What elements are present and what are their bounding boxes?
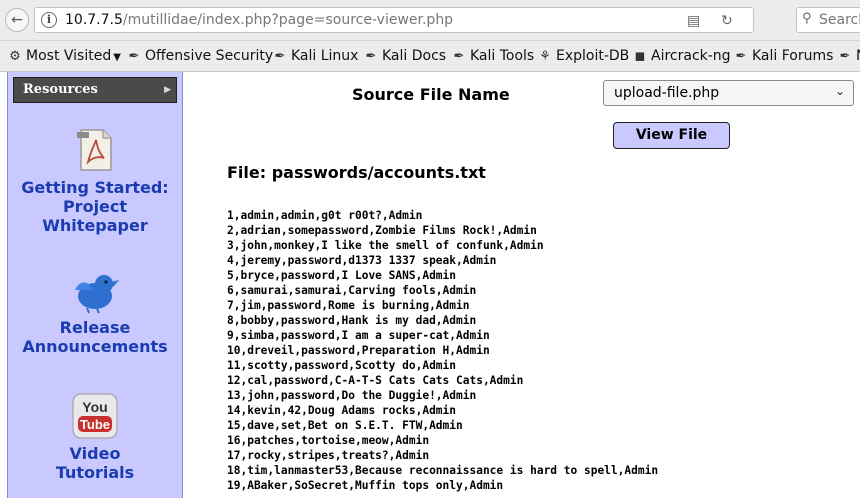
file-line: 14,kevin,42,Doug Adams rocks,Admin (227, 404, 457, 417)
twitter-bird-icon (75, 275, 119, 314)
source-file-name-label: Source File Name (352, 85, 510, 104)
bookmarks-bar: ⚙ Most Visited ▼ ✒ Offensive Security ✒ Kali… (0, 41, 860, 72)
bookmark-label: Aircrack-ng (651, 48, 731, 64)
search-placeholder: Search (819, 12, 860, 28)
bookmark-label: Kali Docs (382, 48, 447, 64)
resources-menu-header[interactable]: Resources ▶ (13, 77, 177, 103)
file-line: 13,john,password,Do the Duggie!,Admin (227, 389, 477, 402)
kali-dragon-icon: ✒ (839, 49, 851, 64)
view-file-button[interactable]: View File (613, 122, 730, 149)
aircrack-icon: ◼ (634, 49, 646, 64)
bookmark-aircrack-ng[interactable]: ◼ Aircrack-ng (632, 47, 731, 66)
bookmark-label: Kali Forums (752, 48, 834, 64)
bookmark-kali-forums[interactable]: ✒ Kali Forums (733, 47, 834, 66)
file-line: 4,jeremy,password,d1373 1337 speak,Admin (227, 254, 497, 267)
bookmark-label: Kali Tools (470, 48, 535, 64)
kali-dragon-icon: ✒ (735, 49, 747, 64)
address-bar[interactable]: i 10.7.7.5/mutillidae/index.php?page=sou… (34, 7, 754, 33)
whitepaper-line3: Whitepaper (42, 216, 148, 235)
pdf-document-icon (77, 129, 112, 171)
bookmark-label: Most Visited (26, 48, 112, 64)
kali-dragon-icon: ✒ (274, 49, 286, 64)
file-title: File: passwords/accounts.txt (227, 163, 486, 182)
whitepaper-line1: Getting Started: (21, 178, 169, 197)
url-path: /mutillidae/index.php?page=source-viewer… (122, 12, 454, 28)
main-content: Source File Name upload-file.php ⌄ View … (182, 72, 860, 498)
kali-dragon-icon: ✒ (453, 49, 465, 64)
whitepaper-line2: Project (62, 197, 128, 216)
source-file-select[interactable]: upload-file.php ⌄ (603, 80, 854, 106)
file-line: 12,cal,password,C-A-T-S Cats Cats Cats,A… (227, 374, 524, 387)
page-content: Resources ▶ Getting Started: Project Whi… (0, 72, 860, 498)
svg-text:Tube: Tube (80, 417, 110, 432)
sidebar-item-whitepaper[interactable]: Getting Started: Project Whitepaper (8, 126, 182, 235)
bookmark-label: N (856, 48, 860, 64)
file-line: 17,rocky,stripes,treats?,Admin (227, 449, 430, 462)
bookmark-offensive-security[interactable]: ✒ Offensive Security (126, 47, 274, 66)
resources-label: Resources (23, 82, 98, 97)
bookmark-exploit-db[interactable]: ⚘ Exploit-DB (537, 47, 629, 66)
release-line1: Release (59, 318, 131, 337)
sidebar-item-video-tutorials[interactable]: You Tube Video Tutorials (8, 392, 182, 482)
file-line: 8,bobby,password,Hank is my dad,Admin (227, 314, 477, 327)
file-line: 7,jim,password,Rome is burning,Admin (227, 299, 470, 312)
file-line: 16,patches,tortoise,meow,Admin (227, 434, 430, 447)
exploit-db-icon: ⚘ (539, 49, 551, 64)
triangle-right-icon: ▶ (164, 85, 171, 95)
sidebar-item-release-announcements[interactable]: Release Announcements (8, 268, 182, 356)
site-info-icon[interactable]: i (41, 12, 57, 28)
reload-icon[interactable]: ↻ (721, 12, 733, 30)
video-line1: Video (69, 444, 121, 463)
file-line: 5,bryce,password,I Love SANS,Admin (227, 269, 457, 282)
bookmark-kali-linux[interactable]: ✒ Kali Linux (272, 47, 359, 66)
bookmark-overflow[interactable]: ✒N (837, 47, 860, 66)
file-line: 10,dreveil,password,Preparation H,Admin (227, 344, 490, 357)
release-line2: Announcements (22, 337, 168, 356)
url-text[interactable]: 10.7.7.5/mutillidae/index.php?page=sourc… (65, 12, 453, 29)
bookmark-kali-tools[interactable]: ✒ Kali Tools (451, 47, 535, 66)
svg-text:You: You (82, 399, 107, 415)
kali-dragon-icon: ✒ (365, 49, 377, 64)
file-line: 19,ABaker,SoSecret,Muffin tops only,Admi… (227, 479, 504, 492)
file-line: 15,dave,set,Bet on S.E.T. FTW,Admin (227, 419, 463, 432)
search-input[interactable]: ⚲ Search (796, 7, 860, 33)
back-arrow-icon: ← (11, 12, 23, 28)
sidebar: Resources ▶ Getting Started: Project Whi… (7, 72, 183, 498)
kali-dragon-icon: ✒ (128, 49, 140, 64)
bookmark-most-visited[interactable]: ⚙ Most Visited ▼ (7, 47, 121, 67)
file-line: 6,samurai,samurai,Carving fools,Admin (227, 284, 477, 297)
file-line: 2,adrian,somepassword,Zombie Films Rock!… (227, 224, 537, 237)
file-line: 3,john,monkey,I like the smell of confun… (227, 239, 544, 252)
file-line: 11,scotty,password,Scotty do,Admin (227, 359, 457, 372)
file-content: 1,admin,admin,g0t r00t?,Admin 2,adrian,so… (227, 208, 658, 493)
chevron-down-icon: ⌄ (834, 84, 845, 98)
bookmark-label: Kali Linux (291, 48, 359, 64)
back-button[interactable]: ← (5, 8, 29, 32)
bookmark-label: Exploit-DB (556, 48, 630, 64)
selected-file-value: upload-file.php (614, 85, 720, 101)
file-line: 1,admin,admin,g0t r00t?,Admin (227, 209, 423, 222)
file-line: 9,simba,password,I am a super-cat,Admin (227, 329, 490, 342)
chevron-down-icon: ▼ (113, 52, 121, 63)
url-host: 10.7.7.5 (65, 12, 123, 28)
bookmarks-folder-icon: ⚙ (9, 49, 21, 64)
browser-toolbar: ← i 10.7.7.5/mutillidae/index.php?page=s… (0, 0, 860, 41)
bookmark-label: Offensive Security (145, 48, 274, 64)
bookmark-kali-docs[interactable]: ✒ Kali Docs (363, 47, 447, 66)
file-line: 18,tim,lanmaster53,Because reconnaissanc… (227, 464, 659, 477)
search-icon: ⚲ (802, 11, 812, 26)
youtube-icon: You Tube (72, 393, 118, 439)
video-line2: Tutorials (55, 463, 135, 482)
reader-view-icon[interactable]: ▤ (687, 12, 700, 30)
